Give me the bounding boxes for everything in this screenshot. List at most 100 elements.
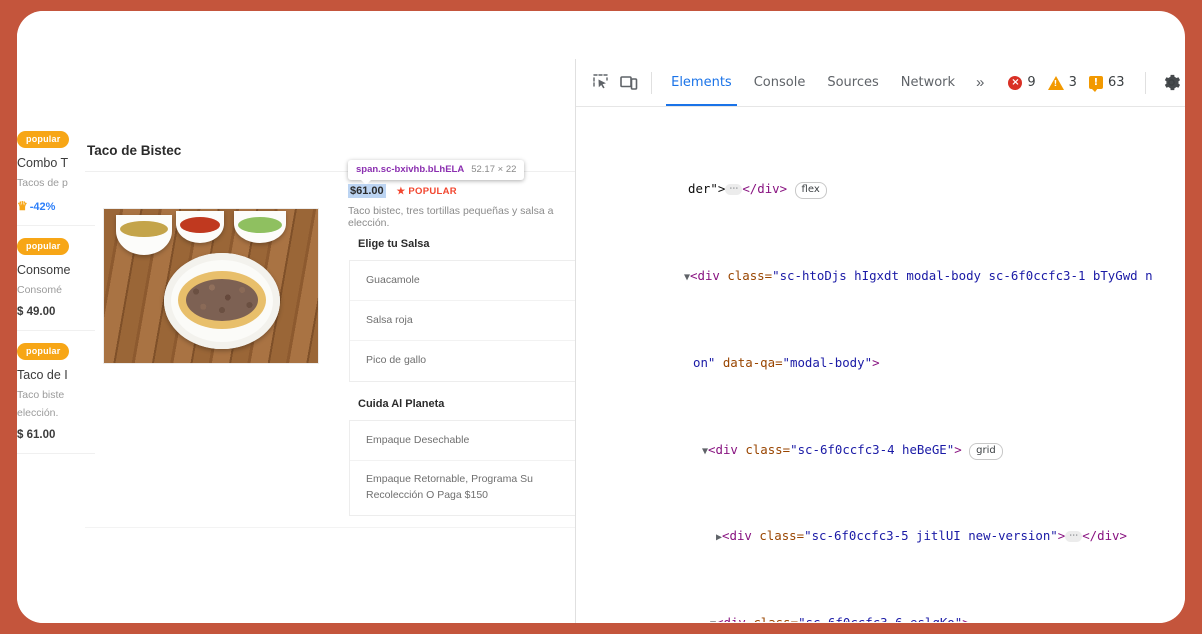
option-label: Guacamole: [366, 273, 575, 289]
divider: [85, 527, 575, 528]
dom-close-tag: </div>: [1082, 528, 1127, 543]
dom-attr-value: on": [693, 355, 715, 370]
dom-attr-value: "sc-6f0ccfc3-4 heBeGE": [790, 442, 954, 457]
warning-counter[interactable]: 3: [1048, 75, 1077, 90]
option-group-packaging: Empaque Desechable Empaque Retornable, P…: [349, 420, 575, 516]
dom-punct: >: [954, 442, 961, 457]
device-toolbar-icon[interactable]: [616, 68, 644, 98]
dom-attr-name: data-qa=: [715, 355, 782, 370]
popular-badge: popular: [17, 131, 69, 148]
gear-icon[interactable]: [1157, 68, 1185, 98]
tab-sources[interactable]: Sources: [816, 59, 889, 106]
option-label: Salsa roja: [366, 313, 575, 329]
info-counter[interactable]: ! 63: [1089, 75, 1125, 90]
list-item-title: Taco de I: [17, 368, 95, 382]
flex-badge[interactable]: flex: [795, 182, 827, 199]
option-label: Empaque Desechable: [366, 433, 575, 449]
list-item-title: Consome: [17, 263, 95, 277]
popular-tag: ★ POPULAR: [397, 186, 457, 197]
list-item-discount: ♛-42%: [17, 199, 95, 213]
dom-punct: >: [962, 615, 969, 622]
more-tabs-icon[interactable]: »: [966, 74, 994, 91]
plate: [164, 253, 280, 349]
dom-open-tag: <div: [716, 615, 753, 622]
dom-punct: >: [1058, 528, 1065, 543]
tab-console[interactable]: Console: [743, 59, 817, 106]
devtools-toolbar: Elements Console Sources Network » × 9 3…: [576, 59, 1185, 107]
dom-attr-value: "sc-6f0ccfc3-5 jitlUI new-version": [804, 528, 1058, 543]
page-title: Taco de Bistec: [87, 143, 181, 158]
tortilla: [178, 271, 266, 329]
list-item[interactable]: popular Consome Consomé $ 49.00: [17, 226, 95, 330]
discount-value: -42%: [30, 201, 56, 213]
option-row[interactable]: Salsa roja: [350, 301, 575, 341]
error-icon: ×: [1008, 76, 1022, 90]
dom-tree[interactable]: der">⋯</div> flex ▼<div class="sc-htoDjs…: [576, 107, 1185, 622]
inspect-element-icon[interactable]: [588, 68, 616, 98]
dom-line[interactable]: der">⋯</div> flex: [576, 178, 1185, 200]
dom-line[interactable]: ▶<div class="sc-6f0ccfc3-5 jitlUI new-ve…: [576, 525, 1185, 547]
dom-attr-value: "sc-6f0ccfc3-6 eslqKo": [798, 615, 962, 622]
info-icon: !: [1089, 76, 1103, 89]
popular-badge: popular: [17, 238, 69, 255]
option-row[interactable]: Guacamole: [350, 261, 575, 301]
collapsed-children-icon[interactable]: ⋯: [1065, 531, 1082, 542]
tab-network[interactable]: Network: [890, 59, 966, 106]
popular-badge: popular: [17, 343, 69, 360]
list-item[interactable]: popular Taco de I Taco biste elección. $…: [17, 331, 95, 452]
tooltip-dimensions: 52.17 × 22: [471, 164, 516, 175]
option-label: Pico de gallo: [366, 353, 575, 369]
info-count: 63: [1108, 75, 1125, 90]
list-item-price: $ 61.00: [17, 429, 95, 441]
dom-attr-value: "modal-body": [783, 355, 873, 370]
list-item-description: Taco biste: [17, 388, 95, 403]
error-counter[interactable]: × 9: [1008, 75, 1035, 90]
option-row[interactable]: Empaque Desechable: [350, 421, 575, 461]
price-row: $61.00★ POPULAR: [348, 181, 457, 199]
dom-attr-name: class=: [753, 615, 798, 622]
warning-icon: [1048, 76, 1064, 90]
inspector-tooltip: span.sc-bxivhb.bLhELA 52.17 × 22: [348, 160, 524, 180]
dom-line[interactable]: ▼<div class="sc-6f0ccfc3-6 eslqKo">: [576, 612, 1185, 622]
option-group-header: Cuida Al Planeta: [358, 398, 444, 410]
error-count: 9: [1027, 75, 1035, 90]
option-row: Empaque Retornable, Programa Su Recolecc…: [350, 461, 575, 515]
dom-punct: >: [872, 355, 879, 370]
toolbar-separator: [651, 72, 652, 94]
product-image: [103, 208, 319, 364]
devtools-panel: Elements Console Sources Network » × 9 3…: [575, 59, 1185, 623]
list-item[interactable]: popular Combo T Tacos de p ♛-42%: [17, 119, 95, 225]
dom-line[interactable]: on" data-qa="modal-body">: [576, 352, 1185, 374]
dom-open-tag: <div: [722, 528, 759, 543]
product-description: Taco bistec, tres tortillas pequeñas y s…: [348, 205, 575, 229]
toolbar-separator: [1145, 72, 1146, 94]
collapsed-children-icon[interactable]: ⋯: [725, 184, 742, 195]
dom-attr-value: "sc-htoDjs hIgxdt modal-body sc-6f0ccfc3…: [772, 268, 1152, 283]
warning-count: 3: [1069, 75, 1077, 90]
dom-open-tag: <div: [708, 442, 745, 457]
tab-elements[interactable]: Elements: [660, 59, 743, 106]
crown-icon: ♛: [17, 199, 28, 213]
dom-line[interactable]: ▼<div class="sc-htoDjs hIgxdt modal-body…: [576, 265, 1185, 287]
option-label: Empaque Retornable, Programa Su Recolecc…: [366, 472, 575, 504]
product-sidebar-list: popular Combo T Tacos de p ♛-42% popular…: [17, 119, 95, 454]
list-item-price: $ 49.00: [17, 306, 95, 318]
option-row[interactable]: Pico de gallo: [350, 341, 575, 381]
dom-close-tag: </div>: [742, 181, 787, 196]
dom-line[interactable]: ▼<div class="sc-6f0ccfc3-4 heBeGE"> grid: [576, 439, 1185, 461]
browser-window-frame: popular Combo T Tacos de p ♛-42% popular…: [17, 11, 1185, 623]
list-item-title: Combo T: [17, 156, 95, 170]
divider: [17, 453, 95, 454]
dom-attr-name: class=: [759, 528, 804, 543]
meat-filling: [186, 279, 258, 321]
tooltip-selector: span.sc-bxivhb.bLhELA: [356, 164, 464, 175]
list-item-description: Consomé: [17, 283, 95, 298]
list-item-description-line2: elección.: [17, 406, 95, 421]
dom-open-tag: <div: [690, 268, 727, 283]
dom-attr-name: class=: [727, 268, 772, 283]
grid-badge[interactable]: grid: [969, 443, 1003, 460]
option-group-salsa: Guacamole Salsa roja Pico de gallo: [349, 260, 575, 382]
option-group-header: Elige tu Salsa: [358, 238, 430, 250]
dom-text: der">: [688, 181, 725, 196]
issue-counters: × 9 3 ! 63: [1008, 75, 1136, 90]
